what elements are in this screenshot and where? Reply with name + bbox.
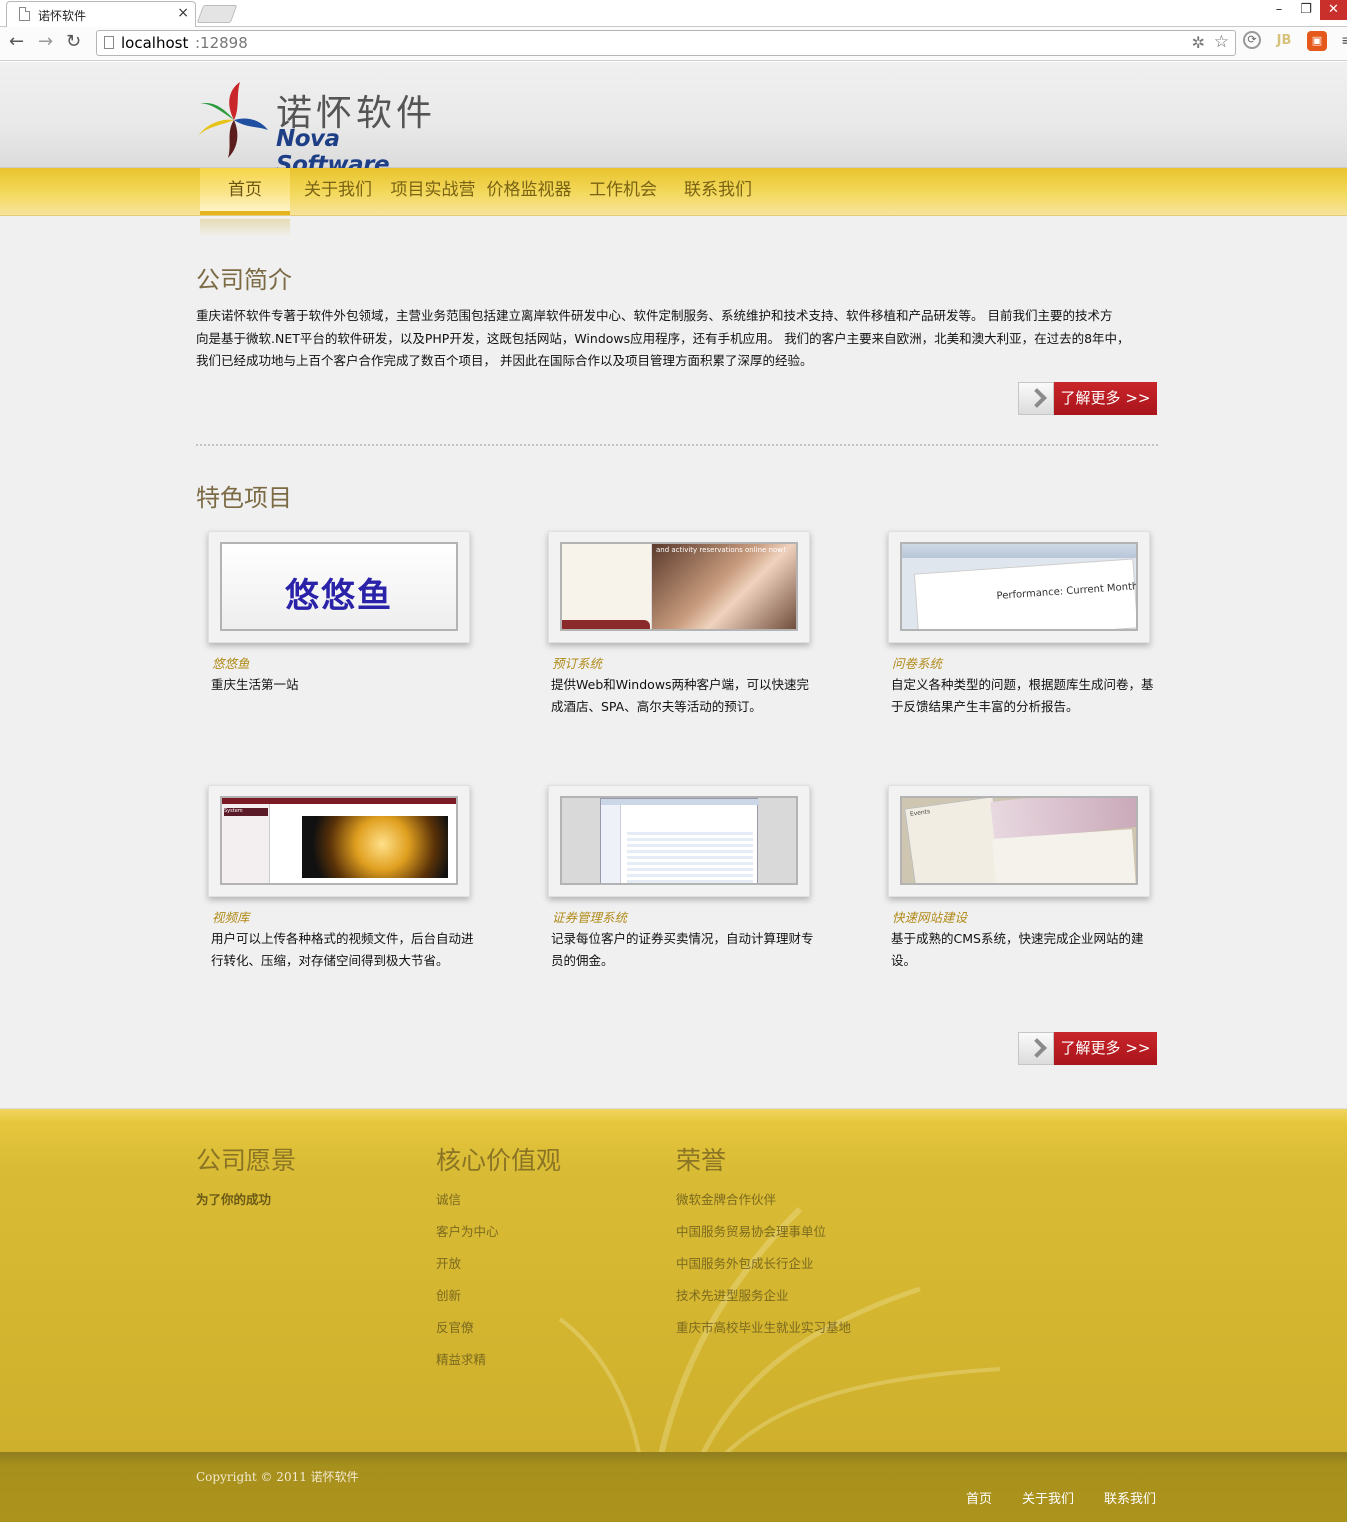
- tab-strip: 诺怀软件 × – ❐ ✕: [0, 0, 1347, 27]
- featured-title: 特色项目: [196, 484, 292, 512]
- site-header: 诺怀软件 Nova Software: [0, 62, 1347, 178]
- copyright: Copyright © 2011 诺怀软件: [196, 1470, 359, 1484]
- new-tab-button[interactable]: [196, 5, 238, 23]
- chevron-right-icon: [1018, 382, 1054, 415]
- project-thumbnail[interactable]: System: [220, 796, 458, 885]
- project-desc: 自定义各种类型的问题，根据题库生成问卷，基于反馈结果产生丰富的分析报告。: [891, 677, 1154, 714]
- project-desc: 用户可以上传各种格式的视频文件，后台自动进行转化、压缩，对存储空间得到极大节省。: [211, 931, 474, 968]
- restore-icon[interactable]: ❐: [1297, 0, 1315, 20]
- url-port: :12898: [195, 34, 248, 52]
- window-close-icon[interactable]: ✕: [1320, 0, 1347, 20]
- project-desc: 提供Web和Windows两种客户端，可以快速完成酒店、SPA、高尔夫等活动的预…: [551, 677, 810, 714]
- sync-extension-icon[interactable]: ⟳: [1243, 31, 1261, 49]
- nav-jobs[interactable]: 工作机会: [585, 168, 661, 215]
- footer: 公司愿景 为了你的成功 核心价值观 诚信 客户为中心 开放 创新 反官僚 精益求…: [0, 1108, 1347, 1459]
- more-label: 了解更多 >>: [1054, 382, 1157, 415]
- jb-extension-icon[interactable]: JB: [1274, 31, 1294, 51]
- tab-title: 诺怀软件: [38, 9, 87, 23]
- close-tab-icon[interactable]: ×: [177, 5, 189, 21]
- nav-bootcamp[interactable]: 项目实战营: [388, 168, 478, 215]
- intro-line: 向是基于微软.NET平台的软件研发，以及PHP开发，这既包括网站，Windows…: [196, 330, 1130, 346]
- intro-line: 我们已经成功地与上百个客户合作完成了数百个项目， 并因此在国际合作以及项目管理方…: [196, 353, 813, 368]
- project-thumbnail[interactable]: [560, 796, 798, 885]
- forward-arrow-icon[interactable]: →: [38, 31, 53, 52]
- intro-more-button[interactable]: 了解更多 >>: [1018, 382, 1157, 415]
- browser-toolbar: ← → ↻ localhost :12898 ✲ ☆ ⟳ JB ▣ ≡: [0, 27, 1347, 61]
- project-thumb-frame: Events: [888, 785, 1150, 897]
- project-thumbnail[interactable]: and activity reservations online now!: [560, 542, 798, 631]
- project-desc: 重庆生活第一站: [211, 677, 299, 692]
- honors-item: 微软金牌合作伙伴: [676, 1192, 777, 1207]
- intro-line: 重庆诺怀软件专著于软件外包领域，主营业务范围包括建立离岸软件研发中心、软件定制服…: [196, 308, 1113, 323]
- values-item: 精益求精: [436, 1352, 487, 1367]
- project-name[interactable]: 快速网站建设: [892, 907, 967, 926]
- nav-active-shadow: [200, 219, 290, 237]
- project-thumbnail[interactable]: Events: [900, 796, 1138, 885]
- page-icon: [104, 36, 114, 49]
- honors-item: 重庆市高校毕业生就业实习基地: [676, 1320, 852, 1335]
- pinwheel-logo-icon: [198, 82, 268, 158]
- orange-extension-icon[interactable]: ▣: [1307, 31, 1327, 51]
- bookmark-star-icon[interactable]: ☆: [1214, 32, 1229, 52]
- thumb-caption: and activity reservations online now!: [656, 546, 786, 554]
- project-thumb-frame: System: [208, 785, 470, 897]
- project-desc: 基于成熟的CMS系统，快速完成企业网站的建设。: [891, 931, 1144, 968]
- project-thumbnail[interactable]: 悠悠鱼: [220, 542, 458, 631]
- project-desc: 记录每位客户的证券买卖情况，自动计算理财专员的佣金。: [551, 931, 814, 968]
- intro-text: 重庆诺怀软件专著于软件外包领域，主营业务范围包括建立离岸软件研发中心、软件定制服…: [196, 305, 1158, 373]
- logo[interactable]: 诺怀软件 Nova Software: [196, 80, 446, 178]
- page-icon: [19, 7, 30, 21]
- project-name[interactable]: 证券管理系统: [552, 907, 627, 926]
- nav-contact[interactable]: 联系我们: [680, 168, 756, 215]
- intro-title: 公司简介: [196, 266, 292, 294]
- values-item: 客户为中心: [436, 1224, 499, 1239]
- thumb-caption: Events: [909, 808, 931, 818]
- honors-item: 中国服务外包成长行企业: [676, 1256, 814, 1271]
- vision-title: 公司愿景: [196, 1146, 297, 1175]
- browser-tab[interactable]: 诺怀软件 ×: [6, 1, 196, 27]
- values-item: 创新: [436, 1288, 462, 1303]
- footer-link-contact[interactable]: 联系我们: [1104, 1488, 1156, 1507]
- values-item: 反官僚: [436, 1320, 474, 1335]
- thumb-caption: Performance: Current Month: [996, 581, 1138, 603]
- back-arrow-icon[interactable]: ←: [9, 31, 24, 52]
- thumb-caption: System: [224, 808, 268, 816]
- nav-about[interactable]: 关于我们: [300, 168, 376, 215]
- settings-gear-icon[interactable]: ✲: [1192, 33, 1205, 52]
- leaf-watermark-icon: [558, 1206, 1001, 1459]
- section-divider: [196, 444, 1158, 446]
- honors-item: 中国服务贸易协会理事单位: [676, 1224, 827, 1239]
- values-item: 诚信: [436, 1192, 462, 1207]
- main-nav: 首页 关于我们 项目实战营 价格监视器 工作机会 联系我们: [0, 168, 1347, 216]
- bottom-bar: Copyright © 2011 诺怀软件 首页 关于我们 联系我们: [0, 1452, 1347, 1522]
- vision-item: 为了你的成功: [196, 1192, 272, 1207]
- project-name[interactable]: 问卷系统: [892, 653, 942, 672]
- nav-price-monitor[interactable]: 价格监视器: [484, 168, 574, 215]
- project-name[interactable]: 悠悠鱼: [212, 653, 250, 672]
- honors-title: 荣誉: [676, 1146, 727, 1175]
- project-name[interactable]: 视频库: [212, 907, 250, 926]
- project-thumb-frame: Performance: Current Month: [888, 531, 1150, 643]
- project-thumbnail[interactable]: Performance: Current Month: [900, 542, 1138, 631]
- honors-item: 技术先进型服务企业: [676, 1288, 789, 1303]
- project-thumb-frame: 悠悠鱼: [208, 531, 470, 643]
- nav-home[interactable]: 首页: [200, 168, 290, 215]
- projects-more-button[interactable]: 了解更多 >>: [1018, 1032, 1157, 1065]
- values-item: 开放: [436, 1256, 462, 1271]
- reload-icon[interactable]: ↻: [66, 31, 81, 52]
- chevron-right-icon: [1018, 1032, 1054, 1065]
- minimize-icon[interactable]: –: [1270, 0, 1288, 20]
- url-host: localhost: [121, 34, 189, 52]
- more-label: 了解更多 >>: [1054, 1032, 1157, 1065]
- address-bar[interactable]: localhost :12898 ✲ ☆: [96, 30, 1236, 56]
- project-name[interactable]: 预订系统: [552, 653, 602, 672]
- thumb-caption: 悠悠鱼: [285, 576, 393, 616]
- menu-icon[interactable]: ≡: [1337, 31, 1347, 51]
- values-title: 核心价值观: [436, 1146, 562, 1175]
- footer-link-home[interactable]: 首页: [966, 1488, 992, 1507]
- browser-chrome: 诺怀软件 × – ❐ ✕ ← → ↻ localhost :12898 ✲ ☆ …: [0, 0, 1347, 62]
- project-thumb-frame: and activity reservations online now!: [548, 531, 810, 643]
- footer-link-about[interactable]: 关于我们: [1022, 1488, 1074, 1507]
- project-thumb-frame: [548, 785, 810, 897]
